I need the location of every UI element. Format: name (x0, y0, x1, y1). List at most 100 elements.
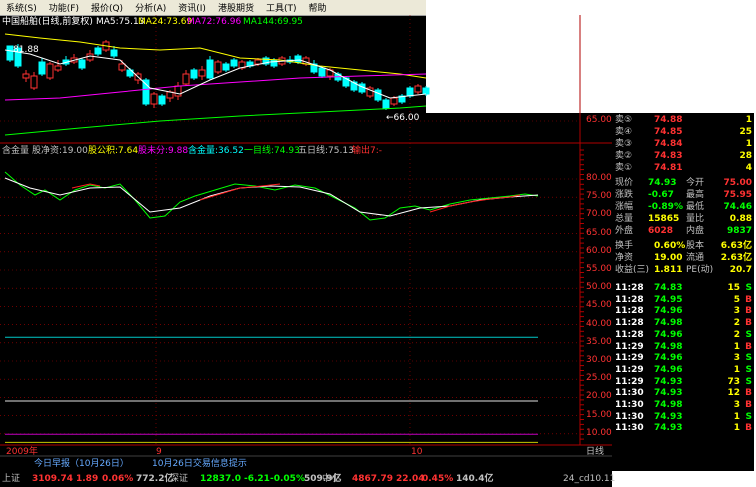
candle-body (254, 59, 262, 65)
status-price: 3109.74 (32, 474, 73, 484)
stat-value: 75.00 (723, 178, 752, 188)
low-marker: ←66.00 (386, 113, 420, 123)
fund-row: 换手 0.60% 股本 6.63亿 (612, 240, 754, 252)
tick-side: B (745, 388, 752, 399)
tick-row: 11:28 74.83 15 S (612, 282, 754, 294)
stat-label: 今开 (686, 178, 705, 188)
status-right: 24_cd10.11 (563, 474, 616, 484)
fund-row: 净资 19.00 流通 2.63亿 (612, 252, 754, 264)
candle-body (78, 59, 86, 69)
ask-price: 74.88 (654, 115, 683, 125)
ask-volume: 4 (745, 163, 752, 173)
stats-row: 现价 74.93 今开 75.00 (612, 177, 754, 189)
tick-row: 11:28 74.98 2 B (612, 317, 754, 329)
indicator-label: 一目线:74.93 (244, 146, 300, 156)
stat-label: 涨幅 (615, 202, 634, 212)
ma-line (4, 105, 427, 136)
fund-label: 净资 (615, 253, 634, 263)
orderbook-row: 卖⑤ 74.88 1 (612, 114, 754, 126)
candle-body (118, 63, 126, 71)
tick-row: 11:30 74.98 3 B (612, 399, 754, 411)
stats-row: 总量 15865 量比 0.88 (612, 213, 754, 225)
stats-row: 涨幅 -0.89% 最低 74.46 (612, 201, 754, 213)
status-amt: 140.4亿 (456, 474, 494, 484)
kline-axis-label: 65.00 (586, 115, 612, 125)
ask-label: 卖⑤ (615, 115, 633, 125)
stat-value: 74.46 (723, 202, 752, 212)
stat-value: -0.89% (648, 202, 683, 212)
candle-body (150, 93, 158, 105)
candle-body (414, 85, 422, 93)
tick-side: B (745, 400, 752, 410)
chart-canvas (0, 15, 612, 457)
candle-body (390, 97, 398, 105)
status-name[interactable]: 深证 (170, 474, 188, 485)
stat-value: 6028 (648, 226, 674, 236)
indicator-label: 股净资:19.00 (32, 146, 88, 156)
tick-side: B (745, 341, 752, 352)
tick-time: 11:28 (615, 294, 644, 305)
axis-tick-label: 70.00 (586, 209, 612, 220)
stat-value: 74.93 (648, 178, 677, 188)
status-chg: 1.89 (76, 474, 99, 484)
tick-side: B (745, 318, 752, 329)
ma-label: MA24:73.69 (138, 17, 193, 27)
axis-tick-label: 10.00 (586, 427, 612, 438)
news-headline[interactable]: 10月26日交易信息提示 (152, 459, 247, 470)
high-marker: 81.88 (13, 45, 39, 55)
status-pct: 0.45% (422, 474, 454, 484)
stat-value: 75.95 (723, 190, 752, 200)
status-name[interactable]: 中小 (322, 474, 340, 485)
tick-time: 11:29 (615, 341, 644, 352)
ma-label: MA72:76.96 (187, 17, 242, 27)
tick-time: 11:30 (615, 411, 644, 422)
tick-time: 11:30 (615, 423, 644, 434)
stock-title: 中国船舶(日线,前复权) (2, 17, 93, 27)
tick-side: B (745, 423, 752, 434)
fund-value: 20.7 (729, 265, 752, 275)
axis-tick-label: 40.00 (586, 318, 612, 329)
tick-side: S (745, 353, 752, 364)
tick-row: 11:30 74.93 12 B (612, 387, 754, 399)
ask-volume: 1 (745, 139, 752, 149)
axis-tick-label: 50.00 (586, 282, 612, 293)
tick-volume: 1 (733, 364, 740, 375)
axis-tick-label: 25.00 (586, 373, 612, 384)
ask-label: 卖② (615, 151, 633, 161)
tick-price: 74.98 (654, 341, 683, 352)
status-chg: 22.04 (396, 474, 425, 484)
stat-label: 量比 (686, 214, 705, 224)
candle-body (318, 67, 326, 77)
fund-value: 2.63亿 (720, 253, 752, 263)
tick-time: 11:28 (615, 306, 644, 317)
news-tab[interactable]: 今日早报（10月26日） (34, 459, 129, 470)
fund-label: 流通 (686, 253, 705, 263)
candle-body (30, 75, 38, 89)
tick-row: 11:28 74.96 2 S (612, 329, 754, 341)
status-amt: 772.2亿 (136, 474, 174, 484)
status-pct: -0.05% (270, 474, 305, 484)
tick-volume: 1 (733, 411, 740, 422)
tick-volume: 2 (733, 329, 740, 340)
tick-volume: 3 (733, 353, 740, 364)
axis-tick-label: 45.00 (586, 300, 612, 311)
candle-body (198, 69, 206, 77)
tick-volume: 12 (727, 388, 740, 399)
tick-price: 74.93 (654, 423, 683, 434)
status-name[interactable]: 上证 (2, 474, 20, 485)
axis-tick-label: 75.00 (586, 191, 612, 202)
tick-side: S (745, 411, 752, 422)
date-label-year: 2009年 (6, 447, 38, 457)
candle-body (182, 73, 190, 85)
ask-price: 74.84 (654, 139, 683, 149)
candle-body (38, 61, 46, 75)
orderbook-row: 卖④ 74.85 25 (612, 126, 754, 138)
tick-price: 74.98 (654, 318, 683, 329)
tick-time: 11:29 (615, 376, 644, 387)
tick-volume: 1 (733, 423, 740, 434)
candle-body (422, 87, 430, 95)
fund-label: 收益(三) (615, 265, 650, 275)
tick-row: 11:29 74.96 3 S (612, 352, 754, 364)
candle-body (46, 63, 54, 79)
period-label[interactable]: 日线 (586, 447, 604, 458)
